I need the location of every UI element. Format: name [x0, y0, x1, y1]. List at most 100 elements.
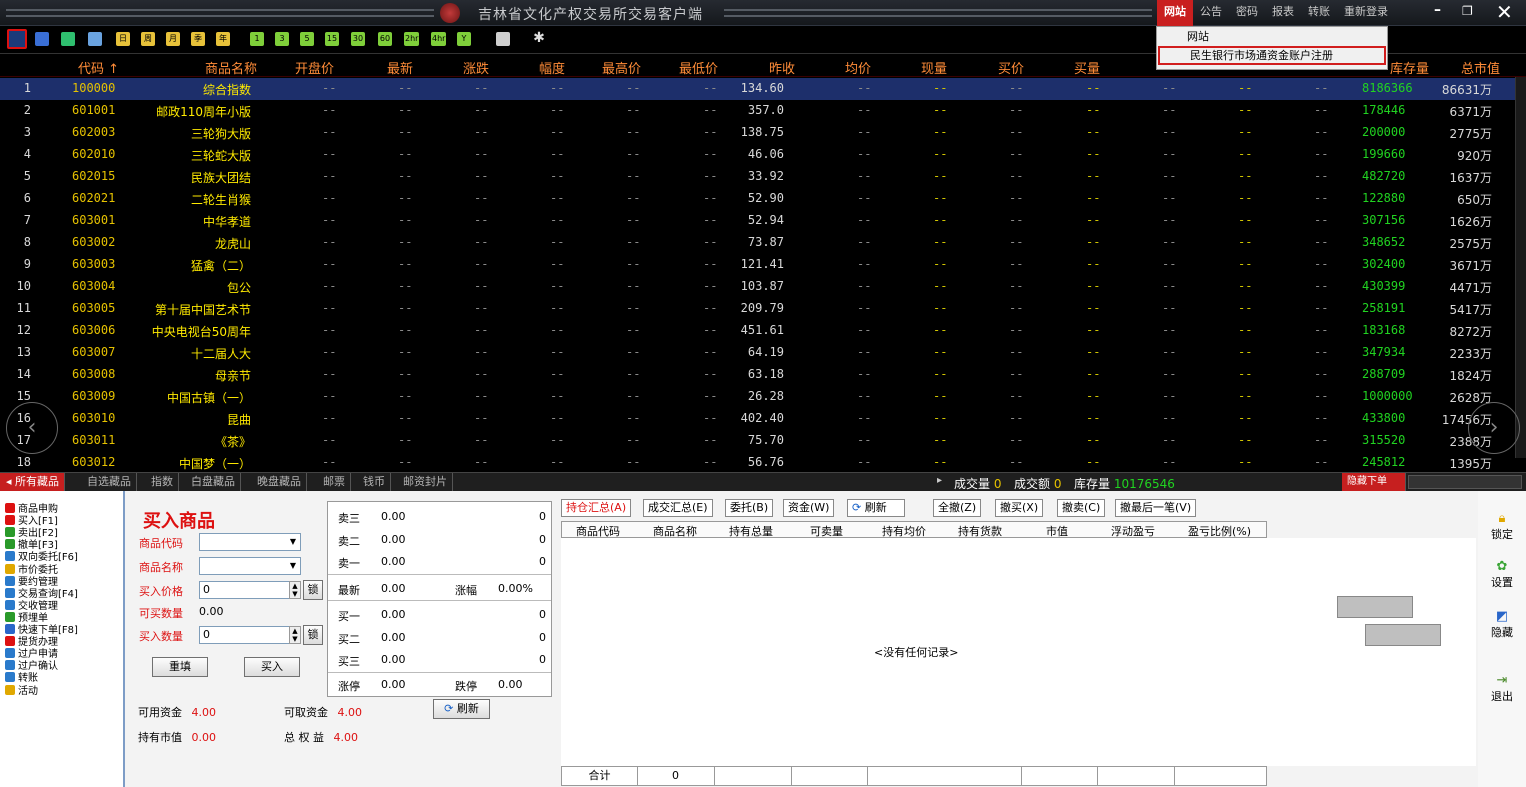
table-row[interactable]: 18 603012 中国梦（一） -- -- -- -- -- -- 56.76 -- -- -- -- -…: [0, 452, 1515, 474]
table-row[interactable]: 1 100000 综合指数 -- -- -- -- -- -- 134.60 -- -- -- -- -- -…: [0, 78, 1515, 100]
lock-tool[interactable]: 🔒︎ 锁定: [1478, 511, 1526, 542]
gear-icon[interactable]: ✱: [532, 31, 546, 46]
col-stock[interactable]: 库存量: [1390, 58, 1429, 77]
col-code[interactable]: 代码 ↑: [78, 58, 119, 77]
tab-index[interactable]: 指数: [146, 473, 179, 492]
menu-activity[interactable]: 活动: [5, 682, 38, 697]
table-row[interactable]: 15 603009 中国古镇（一） -- -- -- -- -- -- 26.28 -- -- -- --…: [0, 386, 1515, 408]
period-month[interactable]: 月: [166, 32, 180, 46]
menu-relogin[interactable]: 重新登录: [1337, 0, 1395, 26]
price-input[interactable]: 0: [199, 581, 299, 599]
menu-notice[interactable]: 公告: [1193, 0, 1229, 26]
table-row[interactable]: 10 603004 包公 -- -- -- -- -- -- 103.87 -- -- -- -- -- --…: [0, 276, 1515, 298]
table-row[interactable]: 11 603005 第十届中国艺术节 -- -- -- -- -- -- 209.79 -- -- --…: [0, 298, 1515, 320]
col-name[interactable]: 商品名称: [205, 58, 257, 77]
dropdown-item-website[interactable]: 网站: [1157, 27, 1387, 46]
menu-report[interactable]: 报表: [1265, 0, 1301, 26]
col-bid-qty[interactable]: 买量: [1074, 58, 1100, 77]
qty-stepper[interactable]: ▲ ▼: [289, 626, 301, 644]
period-day[interactable]: 日: [116, 32, 130, 46]
ime-toolbar[interactable]: [1337, 596, 1413, 618]
price-stepper[interactable]: ▲ ▼: [289, 581, 301, 599]
line-chart-icon[interactable]: [35, 32, 49, 46]
menu-website[interactable]: 网站: [1157, 0, 1193, 26]
col-low[interactable]: 最低价: [679, 58, 718, 77]
col-change[interactable]: 涨跌: [463, 58, 489, 77]
period-season[interactable]: 季: [191, 32, 205, 46]
tab-trades[interactable]: 成交汇总(E): [643, 499, 713, 517]
prev-page-icon[interactable]: ‹: [6, 402, 58, 454]
tab-scrollbar[interactable]: [1408, 475, 1522, 489]
table-row[interactable]: 12 603006 中央电视台50周年 -- -- -- -- -- -- 451.61 -- -- -…: [0, 320, 1515, 342]
period-30min[interactable]: 30: [351, 32, 365, 46]
tab-day-session[interactable]: 白盘藏品: [186, 473, 241, 492]
period-2hr[interactable]: 2hr: [404, 32, 420, 46]
table-row[interactable]: 3 602003 三轮狗大版 -- -- -- -- -- -- 138.75 -- -- -- -- --…: [0, 122, 1515, 144]
period-y[interactable]: Y: [457, 32, 471, 46]
cancel-buy-button[interactable]: 撤买(X): [995, 499, 1044, 517]
positions-refresh-button[interactable]: ⟳ 刷新: [847, 499, 905, 517]
hide-order-button[interactable]: 隐藏下单: [1342, 473, 1406, 492]
table-row[interactable]: 14 603008 母亲节 -- -- -- -- -- -- 63.18 -- -- -- -- -- --…: [0, 364, 1515, 386]
period-5min[interactable]: 5: [300, 32, 314, 46]
period-year[interactable]: 年: [216, 32, 230, 46]
tab-stamps[interactable]: 邮票: [318, 473, 351, 492]
table-scrollbar[interactable]: [1515, 77, 1526, 458]
table-row[interactable]: 5 602015 民族大团结 -- -- -- -- -- -- 33.92 -- -- -- -- -- -…: [0, 166, 1515, 188]
period-4hr[interactable]: 4hr: [431, 32, 447, 46]
period-15min[interactable]: 15: [325, 32, 339, 46]
dropdown-item-bank-register[interactable]: 民生银行市场通资金账户注册: [1158, 46, 1386, 65]
tab-night-session[interactable]: 晚盘藏品: [252, 473, 307, 492]
settings-tool[interactable]: ✿ 设置: [1478, 559, 1526, 590]
period-3min[interactable]: 3: [275, 32, 289, 46]
tab-favorites[interactable]: 自选藏品: [82, 473, 137, 492]
restore-icon[interactable]: ❐: [1462, 4, 1473, 18]
col-open[interactable]: 开盘价: [295, 58, 334, 77]
table-row[interactable]: 16 603010 昆曲 -- -- -- -- -- -- 402.40 -- -- -- -- -- --…: [0, 408, 1515, 430]
cancel-sell-button[interactable]: 撤卖(C): [1057, 499, 1106, 517]
name-select[interactable]: ▼: [199, 557, 301, 575]
minimize-icon[interactable]: –: [1434, 2, 1441, 18]
table-row[interactable]: 7 603001 中华孝道 -- -- -- -- -- -- 52.94 -- -- -- -- -- --…: [0, 210, 1515, 232]
qty-input[interactable]: 0: [199, 626, 299, 644]
price-lock-button[interactable]: 锁: [303, 580, 323, 600]
col-market-value[interactable]: 总市值: [1461, 58, 1500, 77]
hide-tool[interactable]: ◩ 隐藏: [1478, 609, 1526, 640]
cancel-all-button[interactable]: 全撤(Z): [933, 499, 982, 517]
ime-toolbar-2[interactable]: [1365, 624, 1441, 646]
col-last[interactable]: 最新: [387, 58, 413, 77]
close-icon[interactable]: ✕: [1496, 0, 1513, 24]
tab-all[interactable]: ◂ 所有藏品: [0, 473, 66, 492]
qty-lock-button[interactable]: 锁: [303, 625, 323, 645]
candle-chart-icon[interactable]: [61, 32, 75, 46]
code-select[interactable]: ▼: [199, 533, 301, 551]
period-1min[interactable]: 1: [250, 32, 264, 46]
table-icon[interactable]: [88, 32, 102, 46]
quote-list-icon[interactable]: [7, 29, 27, 49]
notepad-icon[interactable]: [496, 32, 510, 46]
col-vol[interactable]: 现量: [921, 58, 947, 77]
table-row[interactable]: 4 602010 三轮蛇大版 -- -- -- -- -- -- 46.06 -- -- -- -- -- -…: [0, 144, 1515, 166]
table-row[interactable]: 8 603002 龙虎山 -- -- -- -- -- -- 73.87 -- -- -- -- -- -- -…: [0, 232, 1515, 254]
tab-positions[interactable]: 持仓汇总(A): [561, 499, 632, 517]
table-row[interactable]: 17 603011 《茶》 -- -- -- -- -- -- 75.70 -- -- -- -- -- --…: [0, 430, 1515, 452]
exit-tool[interactable]: ⇥ 退出: [1478, 673, 1526, 704]
period-60min[interactable]: 60: [378, 32, 392, 46]
col-high[interactable]: 最高价: [602, 58, 641, 77]
col-avg[interactable]: 均价: [845, 58, 871, 77]
menu-transfer[interactable]: 转账: [1301, 0, 1337, 26]
table-row[interactable]: 13 603007 十二届人大 -- -- -- -- -- -- 64.19 -- -- -- -- --…: [0, 342, 1515, 364]
funds-refresh-button[interactable]: ⟳ 刷新: [433, 699, 490, 719]
menu-password[interactable]: 密码: [1229, 0, 1265, 26]
tab-funds[interactable]: 资金(W): [783, 499, 835, 517]
tab-coins[interactable]: 钱币: [358, 473, 391, 492]
table-row[interactable]: 2 601001 邮政110周年小版 -- -- -- -- -- -- 357.0 -- -- -- -…: [0, 100, 1515, 122]
next-page-icon[interactable]: ›: [1468, 402, 1520, 454]
tab-postal-covers[interactable]: 邮资封片: [398, 473, 453, 492]
tab-orders[interactable]: 委托(B): [725, 499, 774, 517]
col-prev[interactable]: 昨收: [769, 58, 795, 77]
reset-button[interactable]: 重填: [152, 657, 208, 677]
col-pct[interactable]: 幅度: [539, 58, 565, 77]
col-bid[interactable]: 买价: [998, 58, 1024, 77]
buy-button[interactable]: 买入: [244, 657, 300, 677]
